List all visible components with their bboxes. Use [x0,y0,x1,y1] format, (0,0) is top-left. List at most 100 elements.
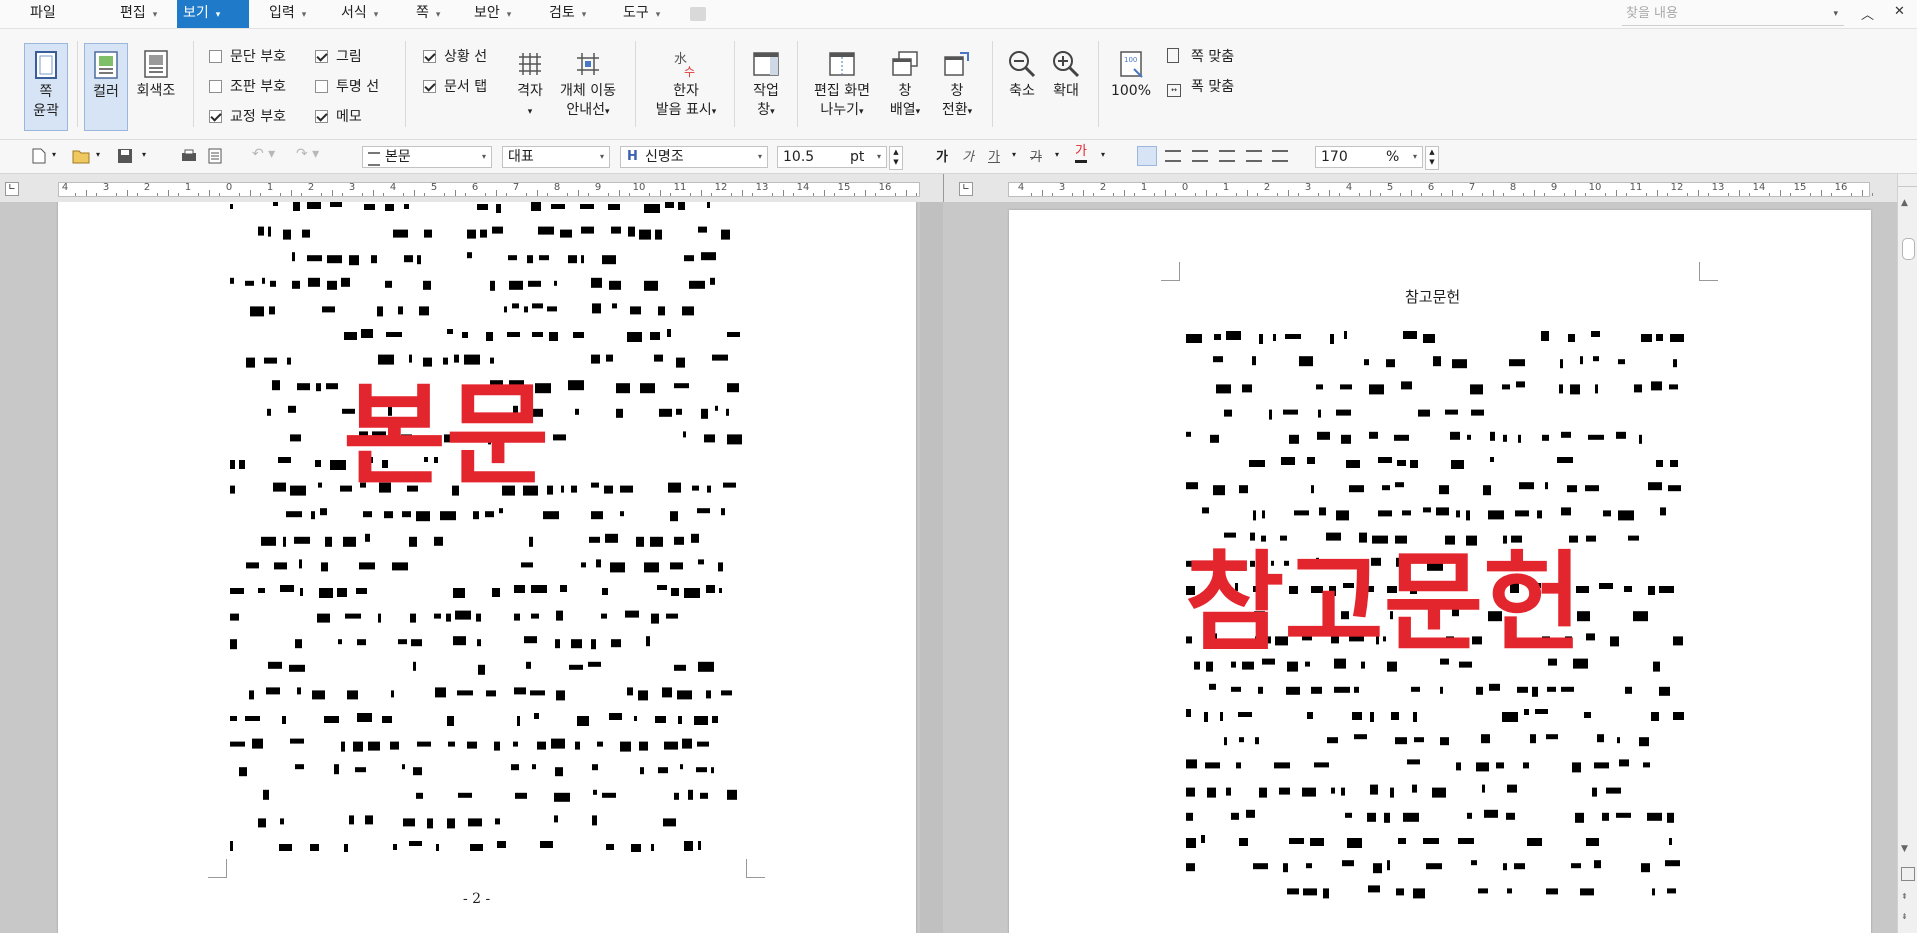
redaction-block [273,202,278,206]
task-window-button[interactable]: 작업 창▾ [742,43,790,133]
scroll-up-icon[interactable]: ▲ [1901,198,1908,208]
tab-type-icon[interactable]: ∟ [959,182,973,196]
style-select[interactable]: 본문 ▾ [362,146,492,168]
checkbox-proofread-marks[interactable]: 교정 부호 [209,108,286,126]
split-divider[interactable] [943,174,944,202]
view-mode-icon[interactable] [1901,867,1915,881]
italic-button[interactable]: 가 [962,146,974,165]
redaction-block [1625,686,1632,694]
grayscale-button[interactable]: 회색조 [130,43,182,131]
undo-icon[interactable]: ↶ ▾ [252,146,275,162]
zoom-stepper[interactable]: ▲ ▼ [1425,146,1439,170]
document-view-left[interactable]: 본문 - 2 - [0,202,943,933]
page-2[interactable]: 본문 [58,202,916,933]
font-size-input[interactable]: 10.5 pt ▾ [777,146,887,168]
menu-tools[interactable]: 도구 ▾ [617,0,666,28]
horizontal-ruler-left[interactable]: 4 3 2 1 0 1 2 3 4 5 6 7 8 9 10 11 12 13 14 15 16 [58,182,920,197]
chevron-down-icon[interactable]: ▾ [1012,150,1016,159]
switch-window-button[interactable]: 창 전환▾ [932,43,982,133]
ruler-tick [413,190,415,196]
scroll-down-icon[interactable]: ▼ [1901,844,1908,854]
page-outline-button[interactable]: 쪽 윤곽 [24,43,68,131]
vertical-scrollbar[interactable]: ▲ ▼ ⇞ ⇟ [1897,174,1917,933]
open-folder-icon[interactable] [72,148,90,164]
chevron-down-icon[interactable]: ▾ [1055,150,1059,159]
redaction-block [678,716,682,724]
chevron-down-icon[interactable]: ▾ [52,150,56,159]
save-icon[interactable] [116,148,134,164]
zoom-out-button[interactable]: 축소 [1000,43,1044,123]
zoom-100-button[interactable]: 100 100% [1106,43,1156,123]
grid-button[interactable]: 격자 ▾ [508,43,552,133]
ruler-tick [1482,193,1484,196]
menu-format[interactable]: 서식 ▾ [335,0,384,28]
divide-icon[interactable] [1272,150,1288,162]
redaction-block [608,204,620,210]
chevron-down-icon[interactable]: ▾ [142,150,146,159]
font-color-button[interactable]: 가 [1075,144,1087,163]
zoom-input[interactable]: 170% ▾ [1315,146,1423,168]
hanja-pronunciation-button[interactable]: 水수 한자 발음 표시▾ [647,43,725,133]
chevron-down-icon[interactable]: ▾ [1833,2,1838,26]
quick-tool-icon[interactable] [690,7,706,21]
menu-file[interactable]: 파일 [24,0,62,28]
zoom-in-button[interactable]: 확대 [1044,43,1088,123]
split-view-button[interactable]: 편집 화면 나누기▾ [806,43,878,133]
menu-view[interactable]: 보기 ▾ [177,0,249,28]
chevron-down-icon[interactable]: ▾ [1101,150,1105,159]
distribute-icon[interactable] [1246,150,1262,162]
menu-security[interactable]: 보안 ▾ [468,0,517,28]
redo-icon[interactable]: ↷ ▾ [296,146,319,162]
checkbox-status-line[interactable]: 상황 선 [423,48,487,66]
align-center-icon[interactable] [1192,150,1208,162]
search-input[interactable]: 찾을 내용 ▾ [1622,2,1844,26]
redaction-block [715,405,718,411]
fit-width-button[interactable]: ↔ 폭 맞춤 [1167,78,1234,97]
menu-edit[interactable]: 편집 ▾ [114,0,163,28]
checkbox-pictures[interactable]: 그림 [315,48,362,66]
page-references[interactable]: 참고문헌 참고문헌 [1009,210,1871,933]
redaction-block [678,202,685,210]
arrange-window-button[interactable]: 창 배열▾ [882,43,928,133]
checkbox-memo[interactable]: 메모 [315,108,362,126]
menu-insert[interactable]: 입력 ▾ [263,0,312,28]
checkbox-layout-marks[interactable]: 조판 부호 [209,78,286,96]
chevron-down-icon: ▾ [373,10,379,20]
redaction-block [1436,507,1449,516]
prev-page-icon[interactable]: ⇞ [1901,892,1908,901]
new-document-icon[interactable] [30,148,48,164]
close-icon[interactable]: ✕ [1894,4,1905,19]
menu-review[interactable]: 검토 ▾ [543,0,592,28]
checkbox-paragraph-marks[interactable]: 문단 부호 [209,48,286,66]
align-left-icon[interactable] [1165,150,1181,162]
redaction-block [1186,709,1191,717]
ruler-tick [1256,193,1258,196]
redaction-block [476,613,481,622]
checkbox-document-tabs[interactable]: 문서 탭 [423,78,487,96]
bold-button[interactable]: 가 [936,146,948,165]
align-justify-icon[interactable] [1137,146,1157,166]
document-view-right[interactable]: 참고문헌 참고문헌 [944,202,1897,933]
align-right-icon[interactable] [1219,150,1235,162]
next-page-icon[interactable]: ⇟ [1901,912,1908,921]
redaction-block [307,202,321,209]
font-select[interactable]: H 신명조 ▾ [620,146,768,168]
tab-type-icon[interactable]: ∟ [5,182,19,196]
chevron-up-icon[interactable]: ︿ [1861,4,1874,23]
underline-button[interactable]: 가 [988,146,1000,165]
ruler-tick [1379,193,1381,196]
checkbox-transparent-lines[interactable]: 투명 선 [315,78,379,96]
strikethrough-button[interactable]: 가 [1030,146,1042,165]
print-preview-icon[interactable] [206,148,224,164]
menu-page[interactable]: 쪽 ▾ [410,0,446,28]
horizontal-ruler-right[interactable]: 4 3 2 1 0 1 2 3 4 5 6 7 8 9 10 11 12 13 14 15 16 [1008,182,1873,197]
chevron-down-icon[interactable]: ▾ [96,150,100,159]
object-move-guide-button[interactable]: 개체 이동 안내선▾ [554,43,622,133]
fit-page-button[interactable]: 쪽 맞춤 [1167,48,1234,66]
ruler-tick [567,193,569,196]
scroll-thumb[interactable] [1902,238,1915,260]
font-size-stepper[interactable]: ▲ ▼ [889,146,903,170]
print-icon[interactable] [180,148,198,164]
color-button[interactable]: 컬러 [84,43,128,131]
font-group-select[interactable]: 대표 ▾ [502,146,610,168]
